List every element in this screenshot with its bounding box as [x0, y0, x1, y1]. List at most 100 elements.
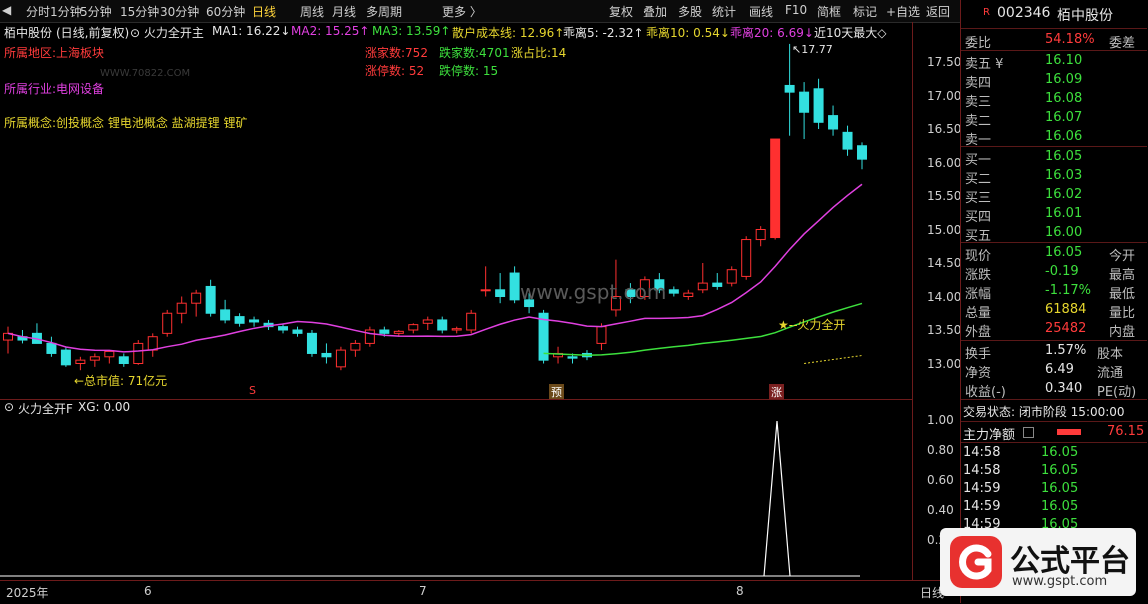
tool-button-6[interactable]: 简框 — [817, 3, 841, 20]
y-tick: 13.50 — [927, 323, 962, 337]
tool-button-7[interactable]: 标记 — [853, 3, 877, 20]
sub-y-tick: 0.60 — [927, 473, 954, 487]
signal-chart[interactable] — [0, 415, 912, 580]
period-tab-10[interactable]: 更多 〉 — [442, 3, 482, 20]
candle — [828, 115, 839, 130]
period-tab-4[interactable]: 30分钟 — [160, 3, 199, 20]
period-tab-6[interactable]: 日线 — [252, 3, 276, 20]
candle — [234, 316, 245, 324]
ask-row: 卖一 16.06 — [961, 128, 1147, 148]
tool-button-4[interactable]: 画线 — [749, 3, 773, 20]
stock-name-label: 栢中股份 — [4, 26, 53, 40]
adj-mode-label[interactable]: (日线,前复权) — [56, 24, 129, 41]
period-tab-0[interactable]: 分时 — [26, 3, 50, 20]
stat-row: 现价 16.05 今开 — [961, 244, 1147, 264]
tick-price: 16.05 — [1041, 463, 1079, 478]
y-tick: 15.50 — [927, 189, 962, 203]
stat-right-label: 今开 — [1109, 249, 1136, 264]
stat-label: 涨幅 — [965, 287, 992, 302]
max-price-value: 17.77 — [801, 43, 833, 56]
main-net-bar — [1057, 429, 1081, 435]
stat2-value: 1.57% — [1045, 343, 1087, 358]
guai10-value: 乖离10: 0.54↓ — [646, 26, 730, 40]
bid-price: 16.03 — [1045, 168, 1083, 183]
ma3-value: MA3: 13.59↑ — [372, 24, 451, 38]
candle — [118, 356, 129, 364]
stat-value: -0.19 — [1045, 264, 1079, 279]
tick-price: 16.05 — [1041, 445, 1079, 460]
signal-peak-line — [763, 420, 791, 577]
stat-label: 总量 — [965, 306, 992, 321]
bid-row: 买二 16.03 — [961, 167, 1147, 187]
trade-status: 交易状态: 闭市阶段 15:00:00 — [963, 405, 1125, 419]
tool-button-9[interactable]: 返回 — [926, 3, 950, 20]
settings-icon[interactable]: ⊙ — [130, 26, 140, 40]
y-tick: 14.50 — [927, 256, 962, 270]
x-label-6: 6 — [144, 584, 152, 598]
candle — [596, 326, 607, 344]
main-net-value: 76.15 — [1107, 424, 1145, 439]
y-tick: 16.50 — [927, 122, 962, 136]
candle — [379, 329, 390, 334]
candle — [350, 342, 361, 351]
candle — [104, 350, 115, 358]
candle — [133, 342, 144, 364]
y-tick: 16.00 — [927, 155, 962, 170]
candlestick-chart[interactable] — [0, 40, 912, 400]
tool-button-1[interactable]: 叠加 — [643, 3, 667, 20]
candle — [697, 282, 708, 291]
candle — [857, 145, 867, 160]
candle — [220, 309, 231, 321]
candle — [668, 289, 679, 294]
settings-icon[interactable]: ⊙ — [4, 400, 14, 414]
period-tab-3[interactable]: 15分钟 — [120, 3, 159, 20]
stat-value: 25482 — [1045, 321, 1087, 336]
candle — [191, 292, 202, 304]
bid-row: 买五 16.00 — [961, 224, 1147, 244]
tool-button-3[interactable]: 统计 — [712, 3, 736, 20]
sub-y-tick: 0.40 — [927, 503, 954, 517]
tick-time: 14:59 — [963, 481, 1001, 496]
tick-time: 14:58 — [963, 463, 1001, 478]
period-tab-8[interactable]: 月线 — [332, 3, 356, 20]
period-tab-5[interactable]: 60分钟 — [206, 3, 245, 20]
bid-price: 16.02 — [1045, 187, 1083, 202]
candle — [495, 289, 506, 298]
ask-row: 卖五 ¥ 16.10 — [961, 52, 1147, 72]
tick-row: 14:59 16.05 — [961, 480, 1147, 499]
back-arrow-icon[interactable]: ◀ — [2, 3, 11, 17]
indicator-selector[interactable]: ⊙ 火力全开主 — [130, 24, 204, 41]
candle — [364, 329, 375, 344]
candle — [451, 328, 462, 331]
candle — [162, 312, 173, 334]
ask-label: 卖四 — [965, 76, 992, 91]
candle — [741, 239, 752, 277]
stat-row: 总量 61884 量比 — [961, 301, 1147, 321]
ask-price: 16.10 — [1045, 53, 1083, 68]
tool-button-2[interactable]: 多股 — [678, 3, 702, 20]
candle — [799, 91, 810, 113]
tool-button-8[interactable]: +自选 — [886, 3, 920, 20]
list-icon[interactable] — [1023, 427, 1034, 438]
stock-code: 002346 — [997, 5, 1051, 21]
stat2-value: 0.340 — [1045, 381, 1083, 396]
bid-price: 16.05 — [1045, 149, 1083, 164]
period-tab-9[interactable]: 多周期 — [366, 3, 402, 20]
period-tab-7[interactable]: 周线 — [300, 3, 324, 20]
candle — [755, 229, 766, 241]
candle — [176, 302, 187, 314]
tool-button-5[interactable]: F10 — [785, 3, 807, 17]
tool-button-0[interactable]: 复权 — [609, 3, 633, 20]
period-tab-1[interactable]: 1分钟 — [50, 3, 82, 20]
candle — [480, 289, 491, 292]
candle — [422, 319, 433, 324]
stat2-label: 收益(-) — [965, 385, 1006, 400]
stat-row: 涨幅 -1.17% 最低 — [961, 282, 1147, 302]
stat-label: 现价 — [965, 249, 992, 264]
candle — [205, 285, 216, 314]
period-tab-2[interactable]: 5分钟 — [80, 3, 112, 20]
sub-y-tick: 1.00 — [927, 413, 954, 427]
candle — [321, 352, 332, 358]
stat-right-label: 最高 — [1109, 268, 1136, 283]
stat2-right-label: 股本 — [1097, 347, 1124, 362]
